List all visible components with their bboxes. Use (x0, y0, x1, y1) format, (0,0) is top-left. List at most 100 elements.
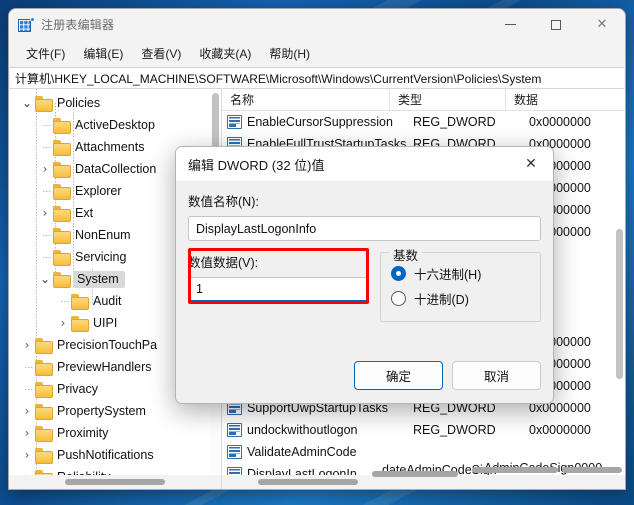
menu-edit[interactable]: 编辑(E) (74, 42, 132, 65)
ok-button[interactable]: 确定 (354, 361, 443, 390)
tree-item-label: Servicing (75, 250, 127, 264)
menu-file[interactable]: 文件(F) (17, 42, 74, 65)
base-group-label: 基数 (389, 245, 423, 264)
dword-value-icon (227, 423, 242, 437)
tree-hscroll-thumb[interactable] (65, 479, 165, 485)
tree-item-label: Privacy (57, 382, 98, 396)
tree-item-label: PrecisionTouchPa (57, 338, 158, 352)
minimize-icon (504, 24, 516, 25)
cell-type: REG_DWORD (413, 423, 496, 437)
menu-view[interactable]: 查看(V) (132, 42, 190, 65)
cell-data: 0x0000000 (529, 115, 591, 129)
list-hscroll-thumb[interactable] (258, 479, 358, 485)
folder-icon (35, 360, 53, 376)
folder-icon (53, 272, 71, 288)
value-data-label: 数值数据(V): (188, 256, 259, 270)
chevron-down-icon[interactable]: ⌄ (19, 97, 35, 109)
dword-value-icon (227, 115, 242, 129)
dword-value-icon (227, 445, 242, 459)
chevron-right-icon[interactable]: › (19, 449, 35, 461)
radio-decimal[interactable]: 十进制(D) (391, 286, 530, 311)
menu-help[interactable]: 帮助(H) (260, 42, 319, 65)
folder-icon (53, 250, 71, 266)
maximize-button[interactable] (533, 9, 579, 40)
tree-item-label: Proximity (57, 426, 109, 440)
chevron-right-icon[interactable]: › (37, 163, 53, 175)
tree-item-label: Ext (75, 206, 94, 220)
registry-editor-icon (18, 16, 35, 33)
tree-item-proximity[interactable]: › Proximity (9, 422, 221, 444)
list-header: 名称 类型 数据 (222, 89, 625, 111)
tree-item-label: Reliability (57, 470, 111, 475)
address-bar[interactable]: 计算机\HKEY_LOCAL_MACHINE\SOFTWARE\Microsof… (10, 67, 624, 89)
folder-icon (53, 118, 71, 134)
radio-hexadecimal-label: 十六进制(H) (414, 268, 482, 282)
column-header-data[interactable]: 数据 (506, 89, 625, 110)
tree-item-reliability[interactable]: ›Reliability (9, 466, 221, 475)
folder-icon (53, 162, 71, 178)
column-header-name[interactable]: 名称 (222, 89, 390, 110)
radio-hexadecimal[interactable]: 十六进制(H) (391, 261, 530, 286)
window-title: 注册表编辑器 (41, 18, 115, 32)
base-column: 基数 十六进制(H) 十进制(D) (380, 245, 541, 322)
dialog-body: 数值名称(N): DisplayLastLogonInfo 数值数据(V): 1… (176, 181, 553, 403)
dialog-row-value-base: 数值数据(V): 1 基数 十六进制(H) 十进制(D) (188, 245, 541, 322)
cell-type: REG_DWORD (413, 115, 496, 129)
table-row[interactable]: undockwithoutlogon REG_DWORD 0x0000000 (222, 419, 625, 441)
folder-icon (71, 294, 89, 310)
tree-item-activedesktop[interactable]: ActiveDesktop (9, 114, 221, 136)
tree-item-policies[interactable]: ⌄ Policies (9, 92, 221, 114)
chevron-right-icon[interactable]: › (19, 427, 35, 439)
tree-item-label: DataCollection (75, 162, 157, 176)
tree-item-label: Explorer (75, 184, 122, 198)
maximize-icon (551, 19, 561, 30)
folder-icon (53, 228, 71, 244)
tree-elbow (61, 301, 70, 302)
edit-dword-dialog: 编辑 DWORD (32 位)值 ✕ 数值名称(N): DisplayLastL… (175, 146, 554, 404)
dialog-close-button[interactable]: ✕ (509, 147, 553, 181)
chevron-right-icon[interactable]: › (19, 339, 35, 351)
menu-favorites[interactable]: 收藏夹(A) (190, 42, 260, 65)
tree-item-label: PropertySystem (57, 404, 146, 418)
folder-icon (35, 338, 53, 354)
dword-value-icon (227, 467, 242, 475)
tree-item-pushnotifications[interactable]: › PushNotifications (9, 444, 221, 466)
tree-item-label: ActiveDesktop (75, 118, 155, 132)
value-name-label: 数值名称(N): (188, 195, 259, 209)
value-data-column: 数值数据(V): 1 (188, 248, 369, 322)
cell-data: 0x0000000 (529, 423, 591, 437)
cancel-button[interactable]: 取消 (452, 361, 541, 390)
title-bar[interactable]: 注册表编辑器 ✕ (9, 9, 625, 40)
tree-horizontal-scrollbar[interactable] (9, 475, 221, 489)
value-name-input[interactable]: DisplayLastLogonInfo (188, 216, 541, 241)
folder-icon (35, 96, 53, 112)
chevron-right-icon[interactable]: › (19, 405, 35, 417)
tree-item-label: PushNotifications (57, 448, 154, 462)
radio-decimal-icon (391, 291, 406, 306)
table-row[interactable]: ValidateAdminCode (222, 441, 625, 463)
cell-name: ValidateAdminCode (247, 445, 357, 459)
dialog-title-bar[interactable]: 编辑 DWORD (32 位)值 ✕ (176, 147, 553, 181)
list-scroll-thumb[interactable] (616, 229, 623, 379)
close-icon: ✕ (596, 17, 608, 32)
table-row[interactable]: EnableCursorSuppression REG_DWORD 0x000000… (222, 111, 625, 133)
dialog-buttons: 确定 取消 (354, 361, 541, 390)
list-vertical-scrollbar[interactable] (614, 111, 625, 475)
close-button[interactable]: ✕ (579, 9, 625, 40)
window-controls: ✕ (487, 9, 625, 40)
folder-icon (71, 316, 89, 332)
column-header-type[interactable]: 类型 (390, 89, 506, 110)
tree-item-label: System (73, 270, 125, 288)
tree-elbow (43, 147, 52, 148)
minimize-button[interactable] (487, 9, 533, 40)
chevron-right-icon[interactable]: › (55, 317, 71, 329)
chevron-right-icon[interactable]: › (37, 207, 53, 219)
tree-elbow (43, 125, 52, 126)
chevron-down-icon[interactable]: ⌄ (37, 273, 53, 285)
base-groupbox: 基数 十六进制(H) 十进制(D) (380, 245, 541, 322)
tree-item-label: PreviewHandlers (57, 360, 152, 374)
value-data-input[interactable]: 1 (188, 277, 369, 302)
tree-elbow (43, 257, 52, 258)
list-horizontal-scrollbar[interactable] (222, 467, 625, 489)
menu-bar: 文件(F) 编辑(E) 查看(V) 收藏夹(A) 帮助(H) (9, 40, 625, 66)
